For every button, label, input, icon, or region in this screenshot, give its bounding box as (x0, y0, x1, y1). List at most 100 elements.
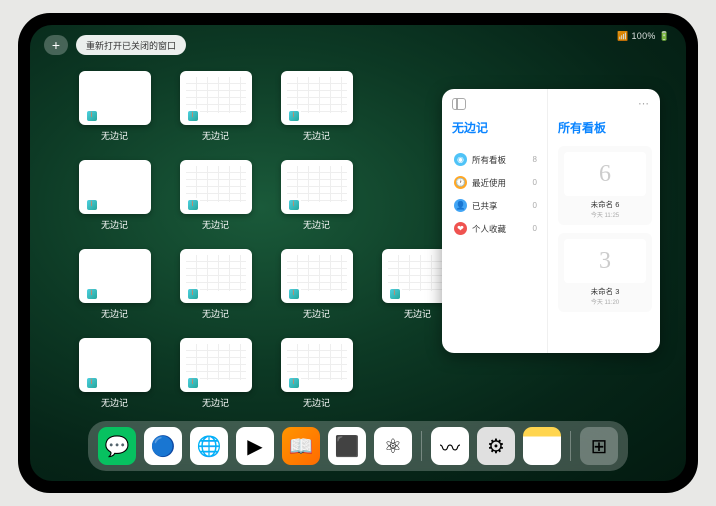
freeform-app-icon (287, 109, 301, 123)
dock-qqbrowser-icon[interactable]: 🌐 (190, 427, 228, 465)
dock-wechat-icon[interactable]: 💬 (98, 427, 136, 465)
board-preview: 3 (564, 239, 646, 283)
dock-quark-icon[interactable]: 🔵 (144, 427, 182, 465)
panel-left-column: 无边记 ◉所有看板8🕐最近使用0👤已共享0❤个人收藏0 (442, 89, 548, 353)
thumb-label: 无边记 (101, 307, 128, 320)
dock-app-library-icon[interactable]: ⊞ (580, 427, 618, 465)
windows-grid: 无边记无边记无边记无边记无边记无边记无边记无边记无边记无边记无边记无边记无边记 (76, 71, 456, 409)
dock-settings-icon[interactable]: ⚙ (477, 427, 515, 465)
menu-item-label: 个人收藏 (472, 223, 506, 235)
thumb-preview (281, 160, 353, 214)
new-window-button[interactable]: + (44, 35, 68, 55)
thumb-preview (180, 71, 252, 125)
thumb-preview (281, 338, 353, 392)
thumb-preview (281, 71, 353, 125)
board-name: 未命名 6 (564, 199, 646, 210)
board-card[interactable]: 6 未命名 6今天 11:25 (558, 146, 652, 225)
sidebar-menu-item[interactable]: 👤已共享0 (452, 194, 539, 217)
thumb-preview (180, 338, 252, 392)
freeform-app-icon (85, 109, 99, 123)
window-thumbnail[interactable]: 无边记 (76, 249, 153, 320)
freeform-app-icon (186, 198, 200, 212)
freeform-app-icon (186, 376, 200, 390)
freeform-app-icon (85, 376, 99, 390)
dock-separator (570, 431, 571, 461)
thumb-label: 无边记 (303, 218, 330, 231)
sidebar-menu-item[interactable]: 🕐 最近使用 0 (452, 171, 539, 194)
window-thumbnail[interactable]: 无边记 (177, 160, 254, 231)
dock-books-icon[interactable]: 📖 (282, 427, 320, 465)
thumb-preview (281, 249, 353, 303)
window-thumbnail[interactable]: 无边记 (177, 249, 254, 320)
dock-notes-icon[interactable] (523, 427, 561, 465)
window-thumbnail[interactable]: 无边记 (76, 71, 153, 142)
thumb-label: 无边记 (202, 396, 229, 409)
board-date: 今天 11:20 (564, 297, 646, 306)
thumb-label: 无边记 (404, 307, 431, 320)
freeform-sidebar-panel[interactable]: ⋯ 无边记 ◉所有看板8🕐最近使用0👤已共享0❤个人收藏0 所有看板 6未命名 … (442, 89, 660, 353)
sidebar-menu-item[interactable]: ❤ 个人收藏 0 (452, 217, 539, 240)
panel-right-column: 所有看板 6 未命名 6今天 11:25 3 未命名 3今天 11:20 (548, 89, 660, 353)
thumb-label: 无边记 (202, 218, 229, 231)
thumb-label: 无边记 (303, 396, 330, 409)
menu-item-icon: ◉ (454, 153, 467, 166)
thumb-label: 无边记 (101, 218, 128, 231)
menu-item-count: 0 (533, 224, 537, 233)
window-thumbnail[interactable]: 无边记 (278, 160, 355, 231)
thumb-label: 无边记 (101, 396, 128, 409)
dock-separator (421, 431, 422, 461)
menu-item-label: 所有看板 (472, 154, 506, 166)
panel-title-right: 所有看板 (558, 119, 652, 136)
window-thumbnail[interactable]: 无边记 (76, 338, 153, 409)
status-bar: 📶 100% 🔋 (617, 31, 670, 42)
window-thumbnail[interactable]: 无边记 (278, 249, 355, 320)
menu-item-icon: ❤ (454, 222, 467, 235)
window-thumbnail[interactable]: 无边记 (76, 160, 153, 231)
freeform-app-icon (388, 287, 402, 301)
dock-freeform-icon[interactable]: 〰 (431, 427, 469, 465)
freeform-app-icon (287, 376, 301, 390)
menu-item-count: 8 (533, 155, 537, 164)
dock-tencent-video-icon[interactable]: ▶ (236, 427, 274, 465)
freeform-app-icon (85, 287, 99, 301)
freeform-app-icon (186, 287, 200, 301)
menu-item-label: 最近使用 (472, 177, 506, 189)
freeform-app-icon (85, 198, 99, 212)
freeform-app-icon (287, 287, 301, 301)
thumb-label: 无边记 (303, 129, 330, 142)
thumb-label: 无边记 (202, 307, 229, 320)
ipad-device: 📶 100% 🔋 + 重新打开已关闭的窗口 无边记无边记无边记无边记无边记无边记… (18, 13, 698, 493)
window-thumbnail[interactable]: 无边记 (177, 71, 254, 142)
board-name: 未命名 3 (564, 286, 646, 297)
thumb-label: 无边记 (202, 129, 229, 142)
reopen-closed-window-button[interactable]: 重新打开已关闭的窗口 (76, 35, 186, 55)
window-thumbnail[interactable]: 无边记 (278, 338, 355, 409)
top-left-controls: + 重新打开已关闭的窗口 (44, 35, 186, 55)
dock-app-a-icon[interactable]: ⬛ (328, 427, 366, 465)
panel-title-left: 无边记 (452, 119, 539, 136)
thumb-preview (79, 338, 151, 392)
thumb-label: 无边记 (303, 307, 330, 320)
thumb-preview (79, 160, 151, 214)
sidebar-toggle-icon[interactable] (452, 98, 466, 110)
menu-item-icon: 🕐 (454, 176, 467, 189)
board-preview: 6 (564, 152, 646, 196)
sidebar-menu-item[interactable]: ◉ 所有看板 8 (452, 148, 539, 171)
window-thumbnail[interactable]: 无边记 (278, 71, 355, 142)
thumb-preview (180, 249, 252, 303)
freeform-app-icon (186, 109, 200, 123)
thumb-preview (180, 160, 252, 214)
thumb-preview (79, 249, 151, 303)
thumb-preview (79, 71, 151, 125)
dock-app-b-icon[interactable]: ⚛ (374, 427, 412, 465)
thumb-label: 无边记 (101, 129, 128, 142)
window-thumbnail[interactable]: 无边记 (177, 338, 254, 409)
dock: 💬🔵🌐▶📖⬛⚛ 〰⚙ ⊞ (88, 421, 628, 471)
board-date: 今天 11:25 (564, 210, 646, 219)
screen: 📶 100% 🔋 + 重新打开已关闭的窗口 无边记无边记无边记无边记无边记无边记… (30, 25, 686, 481)
menu-item-count: 0 (533, 201, 537, 210)
menu-item-count: 0 (533, 178, 537, 187)
more-options-icon[interactable]: ⋯ (638, 97, 650, 110)
board-card[interactable]: 3 未命名 3今天 11:20 (558, 233, 652, 312)
menu-item-icon: 👤 (454, 199, 467, 212)
